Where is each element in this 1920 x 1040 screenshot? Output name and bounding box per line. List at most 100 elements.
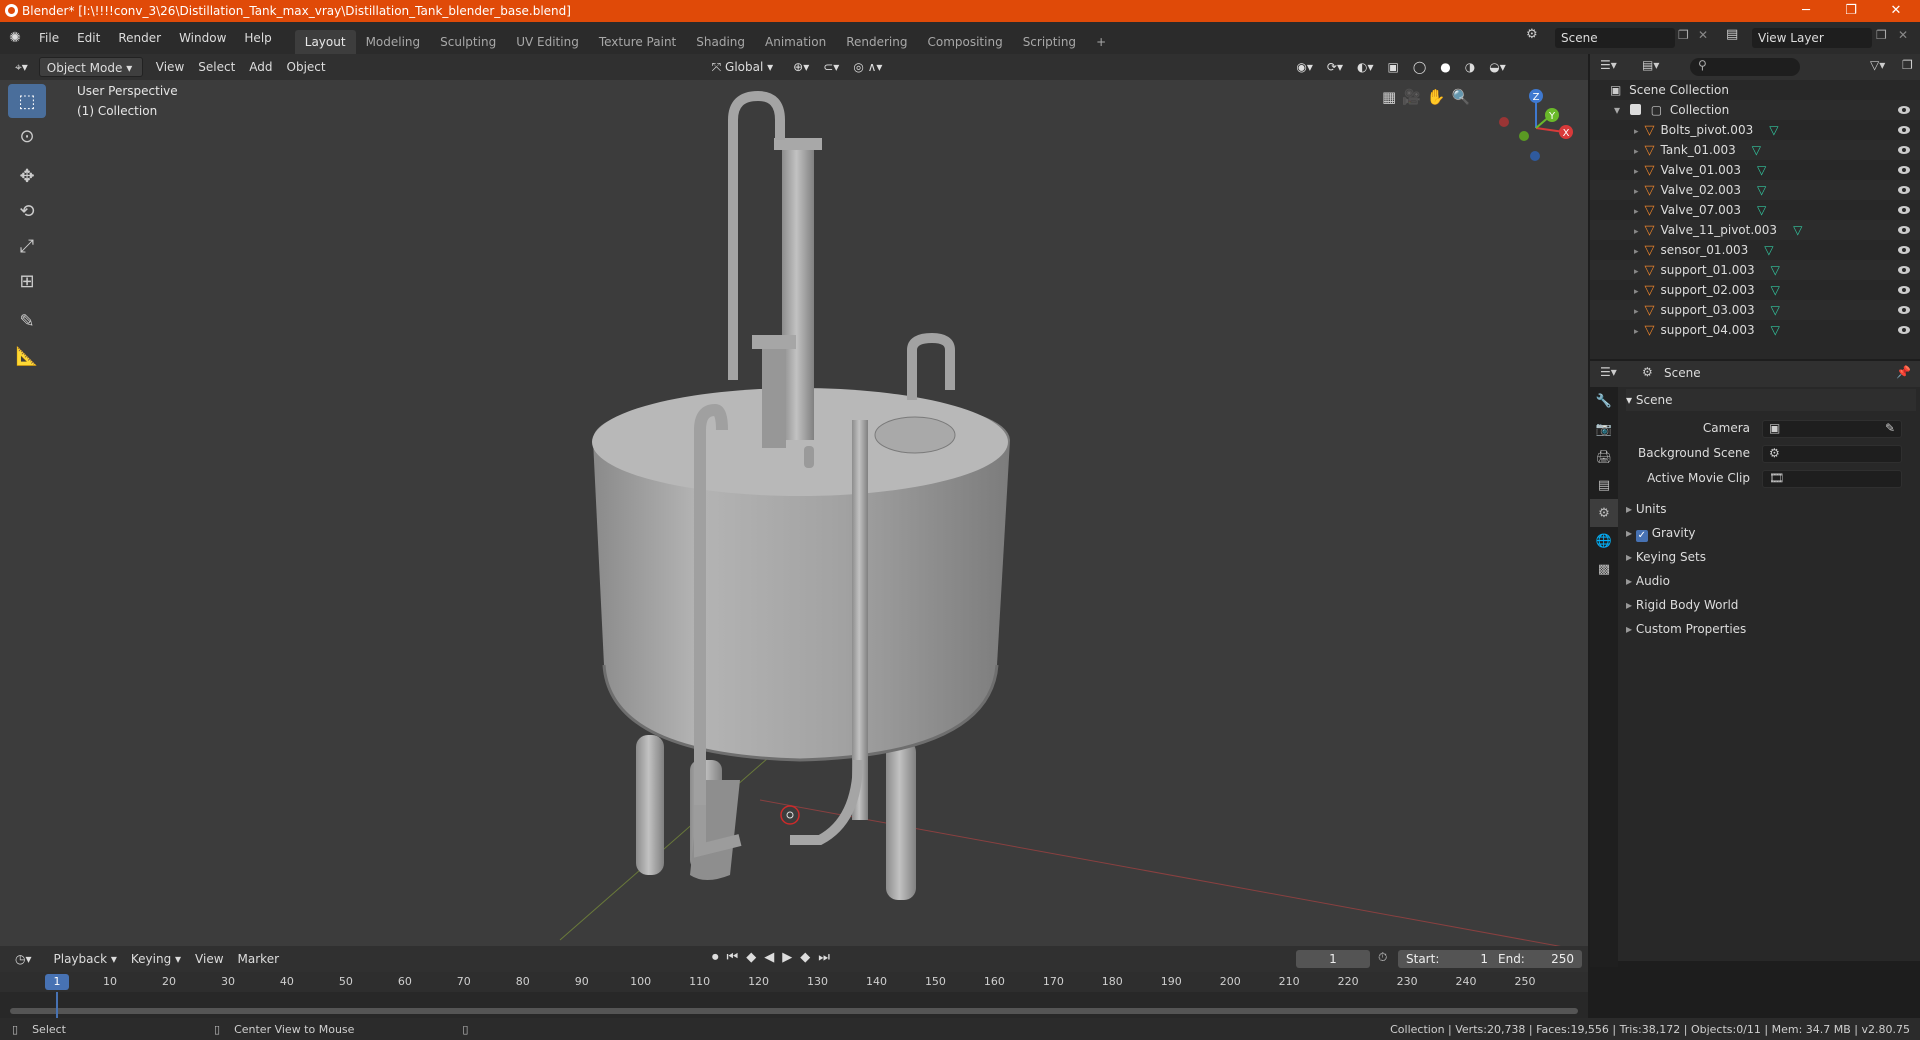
view-layer-tab-icon[interactable]: ▤ bbox=[1590, 471, 1618, 499]
active-movie-clip-field[interactable]: 🎞 bbox=[1762, 470, 1902, 488]
eye-icon[interactable] bbox=[1898, 186, 1910, 194]
menu-marker[interactable]: Marker bbox=[231, 949, 286, 969]
eye-icon[interactable] bbox=[1898, 286, 1910, 294]
play-reverse-icon[interactable]: ◀ bbox=[764, 950, 774, 965]
current-frame-indicator[interactable]: 1 bbox=[45, 974, 69, 990]
measure-tool-icon[interactable]: 📐 bbox=[8, 339, 46, 373]
eye-icon[interactable] bbox=[1898, 206, 1910, 214]
timeline-scrollbar[interactable] bbox=[10, 1008, 1578, 1014]
render-tab-icon[interactable]: 📷 bbox=[1590, 415, 1618, 443]
mesh-data-icon[interactable]: ▽ bbox=[1769, 123, 1778, 137]
menu-keying[interactable]: Keying ▾ bbox=[124, 949, 188, 969]
eye-icon[interactable] bbox=[1898, 226, 1910, 234]
editor-type-icon[interactable]: ⌖▾ bbox=[8, 57, 35, 77]
mesh-data-icon[interactable]: ▽ bbox=[1771, 283, 1780, 297]
new-view-layer-icon[interactable]: ❐ bbox=[1876, 28, 1887, 42]
gravity-checkbox[interactable]: ✓ bbox=[1635, 530, 1648, 542]
cursor-tool-icon[interactable]: ⊙ bbox=[8, 119, 46, 153]
properties-editor-type-icon[interactable]: ☰▾ bbox=[1600, 365, 1617, 379]
object-mode-dropdown[interactable]: Object Mode ▾ bbox=[38, 57, 143, 77]
view-layer-selector[interactable]: View Layer bbox=[1752, 28, 1872, 48]
view-layer-icon[interactable]: ▤ bbox=[1726, 27, 1738, 42]
delete-view-layer-icon[interactable]: ✕ bbox=[1898, 28, 1908, 42]
scene-tab-icon[interactable]: ⚙ bbox=[1590, 499, 1618, 527]
timeline-editor-type-icon[interactable]: ◷▾ bbox=[8, 949, 39, 969]
prev-keyframe-icon[interactable]: ◆ bbox=[746, 950, 756, 965]
eye-icon[interactable] bbox=[1898, 306, 1910, 314]
outliner-search-input[interactable]: ⚲ bbox=[1690, 58, 1800, 76]
custom-properties-section[interactable]: ▸ Custom Properties bbox=[1626, 618, 1916, 640]
menu-edit[interactable]: Edit bbox=[68, 22, 109, 54]
expand-arrow-icon[interactable]: ▸ bbox=[1634, 227, 1639, 237]
expand-arrow-icon[interactable]: ▸ bbox=[1634, 167, 1639, 177]
transform-tool-icon[interactable]: ⊞ bbox=[8, 264, 46, 298]
current-frame-field[interactable]: 1 bbox=[1296, 950, 1370, 968]
end-frame-field[interactable]: End: 250 bbox=[1490, 950, 1582, 968]
toggle-grid-icon[interactable]: ▦ bbox=[1382, 88, 1396, 114]
world-tab-icon[interactable]: 🌐 bbox=[1590, 527, 1618, 555]
eye-icon[interactable] bbox=[1898, 246, 1910, 254]
rotate-tool-icon[interactable]: ⟲ bbox=[8, 194, 46, 228]
display-mode-icon[interactable]: ▤▾ bbox=[1642, 58, 1659, 72]
scene-selector[interactable]: Scene bbox=[1555, 28, 1675, 48]
3d-viewport[interactable] bbox=[0, 80, 1588, 946]
eye-icon[interactable] bbox=[1898, 266, 1910, 274]
shading-solid-icon[interactable]: ● bbox=[1433, 57, 1457, 77]
outliner-object-row[interactable]: ▸ ▽ Valve_11_pivot.003 ▽ bbox=[1590, 220, 1920, 240]
filter-icon[interactable]: ▽▾ bbox=[1870, 58, 1885, 72]
mesh-data-icon[interactable]: ▽ bbox=[1757, 183, 1766, 197]
add-workspace-button[interactable]: + bbox=[1086, 30, 1116, 54]
proportional-edit-icon[interactable]: ◎ ∧▾ bbox=[846, 57, 889, 77]
outliner-object-row[interactable]: ▸ ▽ support_03.003 ▽ bbox=[1590, 300, 1920, 320]
eye-icon[interactable] bbox=[1898, 166, 1910, 174]
menu-window[interactable]: Window bbox=[170, 22, 235, 54]
annotate-tool-icon[interactable]: ✎ bbox=[8, 304, 46, 338]
audio-section[interactable]: ▸ Audio bbox=[1626, 570, 1916, 592]
outliner-editor-type-icon[interactable]: ☰▾ bbox=[1600, 58, 1617, 72]
mesh-data-icon[interactable]: ▽ bbox=[1771, 303, 1780, 317]
snap-icon[interactable]: ⊂▾ bbox=[816, 57, 846, 77]
tab-shading[interactable]: Shading bbox=[686, 30, 755, 54]
shading-rendered-icon[interactable]: ◒▾ bbox=[1482, 57, 1513, 77]
expand-arrow-icon[interactable]: ▸ bbox=[1634, 247, 1639, 257]
menu-add[interactable]: Add bbox=[242, 57, 279, 77]
background-scene-field[interactable]: ⚙ bbox=[1762, 445, 1902, 463]
outliner-object-row[interactable]: ▸ ▽ support_02.003 ▽ bbox=[1590, 280, 1920, 300]
units-section[interactable]: ▸ Units bbox=[1626, 498, 1916, 520]
menu-render[interactable]: Render bbox=[109, 22, 170, 54]
keying-sets-section[interactable]: ▸ Keying Sets bbox=[1626, 546, 1916, 568]
shading-material-icon[interactable]: ◑ bbox=[1458, 57, 1482, 77]
mesh-data-icon[interactable]: ▽ bbox=[1793, 223, 1802, 237]
menu-playback[interactable]: Playback ▾ bbox=[47, 949, 124, 969]
outliner-object-row[interactable]: ▸ ▽ Valve_02.003 ▽ bbox=[1590, 180, 1920, 200]
mesh-data-icon[interactable]: ▽ bbox=[1764, 243, 1773, 257]
tab-uv-editing[interactable]: UV Editing bbox=[506, 30, 589, 54]
shading-wireframe-icon[interactable]: ◯ bbox=[1406, 57, 1433, 77]
blender-menu-icon[interactable]: ✺ bbox=[0, 30, 30, 46]
pin-icon[interactable]: 📌 bbox=[1896, 365, 1911, 379]
outliner-object-row[interactable]: ▸ ▽ Tank_01.003 ▽ bbox=[1590, 140, 1920, 160]
expand-arrow-icon[interactable]: ▸ bbox=[1634, 187, 1639, 197]
new-collection-icon[interactable]: ❐ bbox=[1902, 58, 1913, 72]
expand-arrow-icon[interactable]: ▸ bbox=[1634, 207, 1639, 217]
mesh-data-icon[interactable]: ▽ bbox=[1757, 163, 1766, 177]
collection-checkbox[interactable] bbox=[1629, 104, 1641, 115]
collapse-arrow-icon[interactable]: ▾ bbox=[1614, 103, 1620, 117]
menu-file[interactable]: File bbox=[30, 22, 68, 54]
transform-orientation-dropdown[interactable]: ⤧ Global ▾ bbox=[705, 57, 781, 77]
menu-object[interactable]: Object bbox=[280, 57, 333, 77]
rigid-body-world-section[interactable]: ▸ Rigid Body World bbox=[1626, 594, 1916, 616]
scene-panel-header[interactable]: ▾ Scene bbox=[1626, 389, 1916, 411]
outliner-object-row[interactable]: ▸ ▽ Valve_07.003 ▽ bbox=[1590, 200, 1920, 220]
eye-icon[interactable] bbox=[1898, 126, 1910, 134]
move-tool-icon[interactable]: ✥ bbox=[8, 159, 46, 193]
menu-view[interactable]: View bbox=[149, 57, 191, 77]
eye-icon[interactable] bbox=[1898, 326, 1910, 334]
start-frame-field[interactable]: Start: 1 bbox=[1398, 950, 1496, 968]
scale-tool-icon[interactable]: ⤢ bbox=[8, 229, 46, 263]
menu-select[interactable]: Select bbox=[191, 57, 242, 77]
record-icon[interactable]: ⏺ bbox=[712, 950, 719, 965]
eye-icon[interactable] bbox=[1898, 146, 1910, 154]
menu-help[interactable]: Help bbox=[235, 22, 280, 54]
scene-icon[interactable]: ⚙ bbox=[1526, 27, 1546, 49]
